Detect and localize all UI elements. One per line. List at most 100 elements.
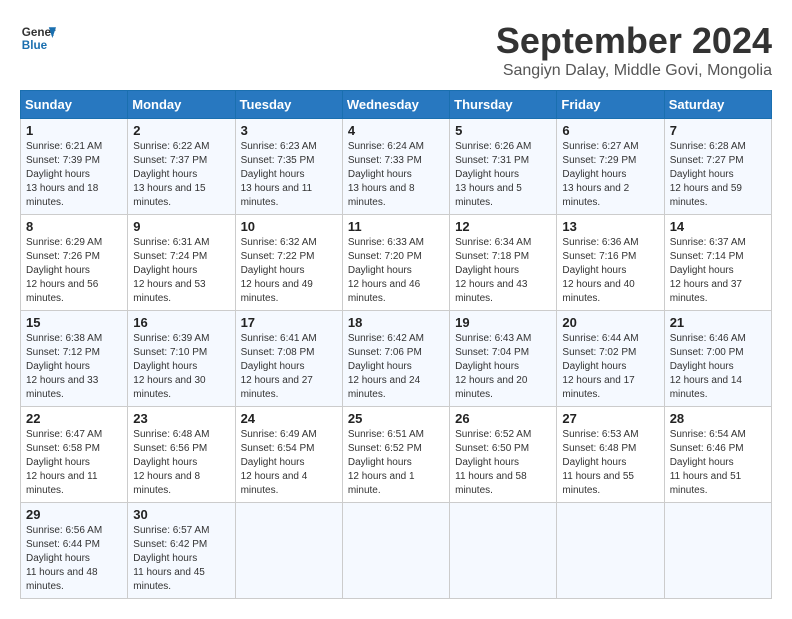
calendar-header-row: Sunday Monday Tuesday Wednesday Thursday… <box>21 91 772 119</box>
day-info: Sunrise: 6:32 AMSunset: 7:22 PMDaylight … <box>241 237 317 304</box>
day-info: Sunrise: 6:24 AMSunset: 7:33 PMDaylight … <box>348 141 424 208</box>
col-saturday: Saturday <box>664 91 771 119</box>
calendar-cell: 20 Sunrise: 6:44 AMSunset: 7:02 PMDaylig… <box>557 311 664 407</box>
calendar-cell: 28 Sunrise: 6:54 AMSunset: 6:46 PMDaylig… <box>664 407 771 503</box>
calendar-cell: 30 Sunrise: 6:57 AMSunset: 6:42 PMDaylig… <box>128 503 235 599</box>
day-info: Sunrise: 6:26 AMSunset: 7:31 PMDaylight … <box>455 141 531 208</box>
day-number: 3 <box>241 123 337 138</box>
calendar-cell: 14 Sunrise: 6:37 AMSunset: 7:14 PMDaylig… <box>664 215 771 311</box>
calendar-cell: 21 Sunrise: 6:46 AMSunset: 7:00 PMDaylig… <box>664 311 771 407</box>
calendar-cell: 19 Sunrise: 6:43 AMSunset: 7:04 PMDaylig… <box>450 311 557 407</box>
calendar-week-row: 8 Sunrise: 6:29 AMSunset: 7:26 PMDayligh… <box>21 215 772 311</box>
day-number: 11 <box>348 219 444 234</box>
day-number: 17 <box>241 315 337 330</box>
calendar-cell: 2 Sunrise: 6:22 AMSunset: 7:37 PMDayligh… <box>128 119 235 215</box>
day-number: 28 <box>670 411 766 426</box>
day-info: Sunrise: 6:39 AMSunset: 7:10 PMDaylight … <box>133 333 209 400</box>
day-info: Sunrise: 6:29 AMSunset: 7:26 PMDaylight … <box>26 237 102 304</box>
calendar-cell: 3 Sunrise: 6:23 AMSunset: 7:35 PMDayligh… <box>235 119 342 215</box>
calendar-week-row: 15 Sunrise: 6:38 AMSunset: 7:12 PMDaylig… <box>21 311 772 407</box>
calendar-cell <box>235 503 342 599</box>
col-tuesday: Tuesday <box>235 91 342 119</box>
day-number: 26 <box>455 411 551 426</box>
day-number: 30 <box>133 507 229 522</box>
day-info: Sunrise: 6:56 AMSunset: 6:44 PMDaylight … <box>26 525 102 592</box>
day-info: Sunrise: 6:36 AMSunset: 7:16 PMDaylight … <box>562 237 638 304</box>
day-number: 1 <box>26 123 122 138</box>
day-number: 22 <box>26 411 122 426</box>
title-block: September 2024 Sangiyn Dalay, Middle Gov… <box>496 20 772 80</box>
logo-icon: General Blue <box>20 20 56 56</box>
day-number: 25 <box>348 411 444 426</box>
day-number: 5 <box>455 123 551 138</box>
calendar-cell: 17 Sunrise: 6:41 AMSunset: 7:08 PMDaylig… <box>235 311 342 407</box>
day-info: Sunrise: 6:53 AMSunset: 6:48 PMDaylight … <box>562 429 638 496</box>
day-number: 2 <box>133 123 229 138</box>
calendar-week-row: 22 Sunrise: 6:47 AMSunset: 6:58 PMDaylig… <box>21 407 772 503</box>
calendar-cell: 18 Sunrise: 6:42 AMSunset: 7:06 PMDaylig… <box>342 311 449 407</box>
calendar-cell: 23 Sunrise: 6:48 AMSunset: 6:56 PMDaylig… <box>128 407 235 503</box>
page-header: General Blue September 2024 Sangiyn Dala… <box>20 20 772 80</box>
day-number: 19 <box>455 315 551 330</box>
day-info: Sunrise: 6:57 AMSunset: 6:42 PMDaylight … <box>133 525 209 592</box>
calendar-cell <box>342 503 449 599</box>
svg-text:Blue: Blue <box>22 39 48 52</box>
day-info: Sunrise: 6:22 AMSunset: 7:37 PMDaylight … <box>133 141 209 208</box>
calendar-cell: 13 Sunrise: 6:36 AMSunset: 7:16 PMDaylig… <box>557 215 664 311</box>
calendar-cell: 11 Sunrise: 6:33 AMSunset: 7:20 PMDaylig… <box>342 215 449 311</box>
calendar-cell: 22 Sunrise: 6:47 AMSunset: 6:58 PMDaylig… <box>21 407 128 503</box>
day-info: Sunrise: 6:42 AMSunset: 7:06 PMDaylight … <box>348 333 424 400</box>
day-number: 20 <box>562 315 658 330</box>
calendar-cell <box>664 503 771 599</box>
col-thursday: Thursday <box>450 91 557 119</box>
calendar-cell: 8 Sunrise: 6:29 AMSunset: 7:26 PMDayligh… <box>21 215 128 311</box>
day-number: 12 <box>455 219 551 234</box>
calendar-cell: 12 Sunrise: 6:34 AMSunset: 7:18 PMDaylig… <box>450 215 557 311</box>
day-info: Sunrise: 6:51 AMSunset: 6:52 PMDaylight … <box>348 429 424 496</box>
day-number: 24 <box>241 411 337 426</box>
logo: General Blue <box>20 20 56 56</box>
col-friday: Friday <box>557 91 664 119</box>
day-number: 13 <box>562 219 658 234</box>
calendar-cell <box>557 503 664 599</box>
day-info: Sunrise: 6:34 AMSunset: 7:18 PMDaylight … <box>455 237 531 304</box>
calendar-week-row: 29 Sunrise: 6:56 AMSunset: 6:44 PMDaylig… <box>21 503 772 599</box>
day-number: 8 <box>26 219 122 234</box>
day-info: Sunrise: 6:31 AMSunset: 7:24 PMDaylight … <box>133 237 209 304</box>
calendar-cell: 29 Sunrise: 6:56 AMSunset: 6:44 PMDaylig… <box>21 503 128 599</box>
calendar-cell: 1 Sunrise: 6:21 AMSunset: 7:39 PMDayligh… <box>21 119 128 215</box>
day-number: 6 <box>562 123 658 138</box>
day-number: 4 <box>348 123 444 138</box>
day-info: Sunrise: 6:28 AMSunset: 7:27 PMDaylight … <box>670 141 746 208</box>
day-number: 29 <box>26 507 122 522</box>
day-number: 23 <box>133 411 229 426</box>
day-info: Sunrise: 6:37 AMSunset: 7:14 PMDaylight … <box>670 237 746 304</box>
day-number: 27 <box>562 411 658 426</box>
calendar-cell: 24 Sunrise: 6:49 AMSunset: 6:54 PMDaylig… <box>235 407 342 503</box>
calendar-cell: 6 Sunrise: 6:27 AMSunset: 7:29 PMDayligh… <box>557 119 664 215</box>
day-info: Sunrise: 6:43 AMSunset: 7:04 PMDaylight … <box>455 333 531 400</box>
calendar-cell: 9 Sunrise: 6:31 AMSunset: 7:24 PMDayligh… <box>128 215 235 311</box>
day-number: 16 <box>133 315 229 330</box>
col-wednesday: Wednesday <box>342 91 449 119</box>
col-sunday: Sunday <box>21 91 128 119</box>
calendar-cell: 26 Sunrise: 6:52 AMSunset: 6:50 PMDaylig… <box>450 407 557 503</box>
calendar-cell: 16 Sunrise: 6:39 AMSunset: 7:10 PMDaylig… <box>128 311 235 407</box>
day-number: 21 <box>670 315 766 330</box>
day-info: Sunrise: 6:23 AMSunset: 7:35 PMDaylight … <box>241 141 317 208</box>
day-info: Sunrise: 6:49 AMSunset: 6:54 PMDaylight … <box>241 429 317 496</box>
month-title: September 2024 <box>496 20 772 62</box>
day-info: Sunrise: 6:44 AMSunset: 7:02 PMDaylight … <box>562 333 638 400</box>
day-info: Sunrise: 6:41 AMSunset: 7:08 PMDaylight … <box>241 333 317 400</box>
day-info: Sunrise: 6:46 AMSunset: 7:00 PMDaylight … <box>670 333 746 400</box>
day-info: Sunrise: 6:38 AMSunset: 7:12 PMDaylight … <box>26 333 102 400</box>
day-number: 14 <box>670 219 766 234</box>
calendar-cell: 4 Sunrise: 6:24 AMSunset: 7:33 PMDayligh… <box>342 119 449 215</box>
calendar-week-row: 1 Sunrise: 6:21 AMSunset: 7:39 PMDayligh… <box>21 119 772 215</box>
day-info: Sunrise: 6:47 AMSunset: 6:58 PMDaylight … <box>26 429 102 496</box>
day-info: Sunrise: 6:21 AMSunset: 7:39 PMDaylight … <box>26 141 102 208</box>
calendar-cell: 15 Sunrise: 6:38 AMSunset: 7:12 PMDaylig… <box>21 311 128 407</box>
day-number: 7 <box>670 123 766 138</box>
day-info: Sunrise: 6:27 AMSunset: 7:29 PMDaylight … <box>562 141 638 208</box>
day-number: 9 <box>133 219 229 234</box>
